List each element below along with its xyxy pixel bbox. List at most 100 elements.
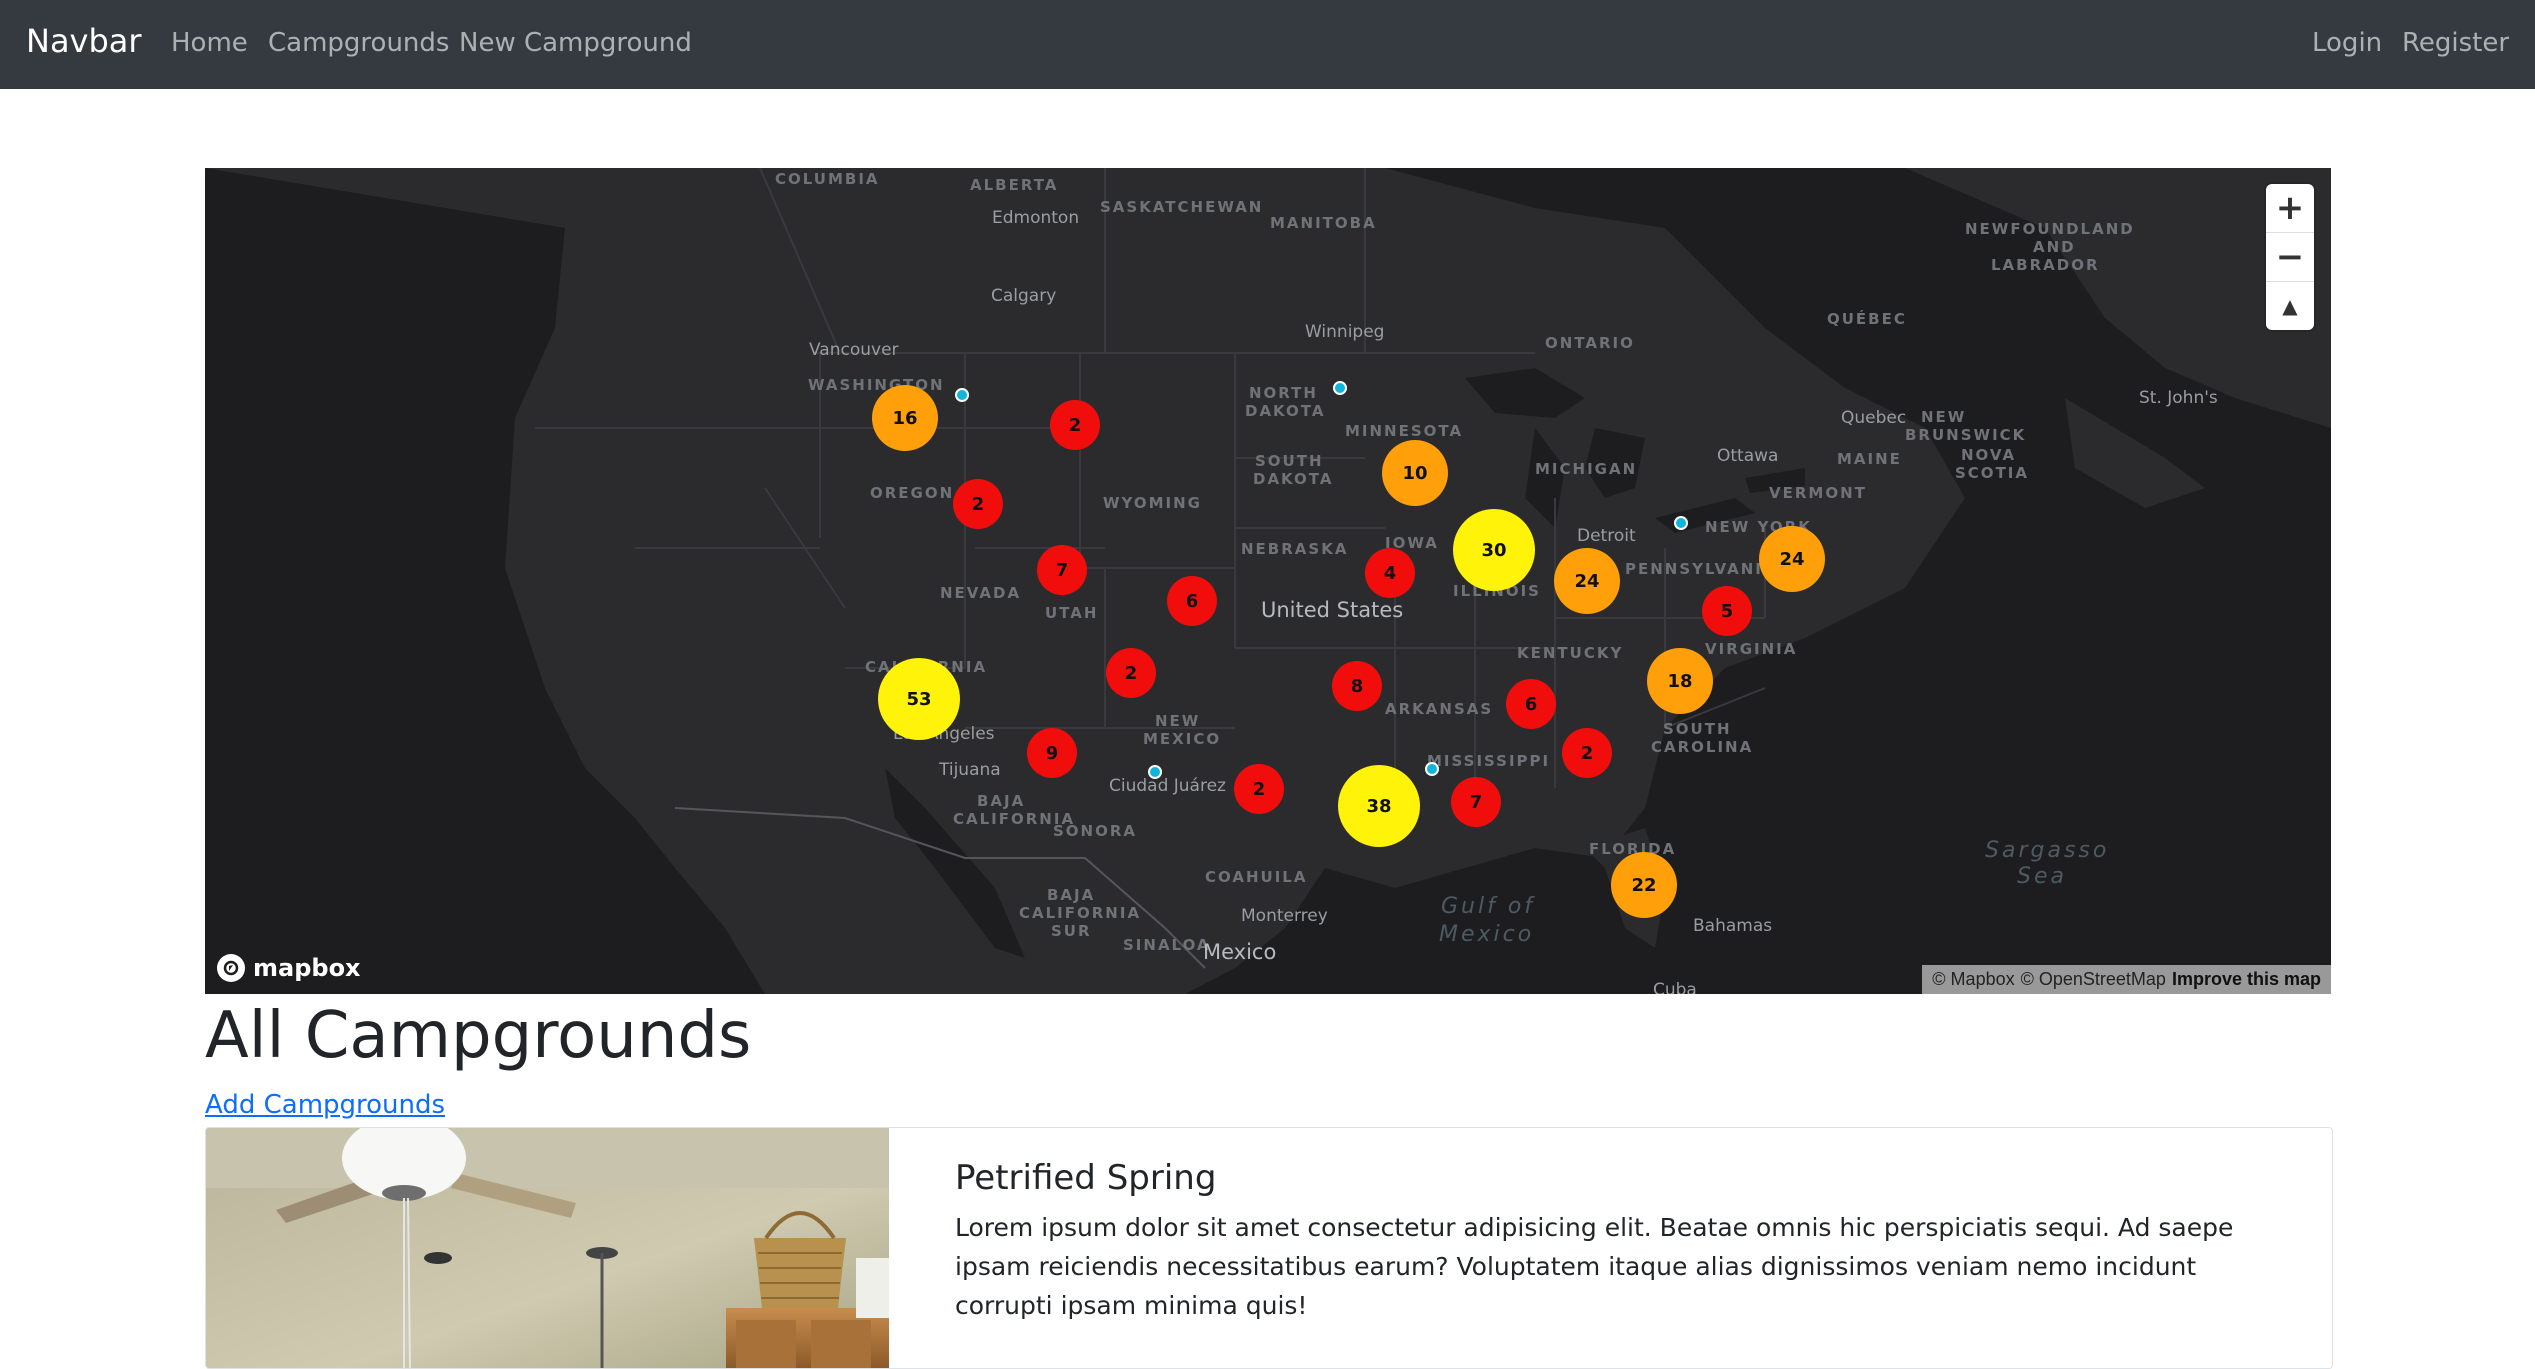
map-label: BAJA bbox=[1047, 886, 1096, 904]
campground-point[interactable] bbox=[1333, 381, 1347, 395]
cluster-marker[interactable]: 2 bbox=[1050, 400, 1100, 450]
campground-point[interactable] bbox=[1674, 516, 1688, 530]
map-label: OREGON bbox=[870, 484, 955, 502]
map-label: SUR bbox=[1051, 922, 1092, 940]
map-label: SINALOA bbox=[1123, 936, 1211, 954]
nav-link-new-campground[interactable]: New Campground bbox=[459, 28, 692, 58]
mapbox-attribution-link[interactable]: © Mapbox bbox=[1932, 969, 2014, 989]
improve-map-link[interactable]: Improve this map bbox=[2172, 969, 2321, 989]
map-label: Mexico bbox=[1439, 922, 1535, 947]
map-label: VIRGINIA bbox=[1705, 640, 1798, 658]
cluster-marker[interactable]: 2 bbox=[953, 479, 1003, 529]
map-label: CAROLINA bbox=[1651, 738, 1754, 756]
map-label: Quebec bbox=[1841, 408, 1907, 428]
mapbox-logo-icon bbox=[217, 954, 245, 982]
compass-icon[interactable]: ▲ bbox=[2266, 282, 2314, 330]
cluster-marker[interactable]: 24 bbox=[1759, 526, 1825, 592]
map-label: MANITOBA bbox=[1270, 214, 1377, 232]
cluster-marker[interactable]: 7 bbox=[1037, 545, 1087, 595]
cluster-marker[interactable]: 24 bbox=[1554, 548, 1620, 614]
nav-link-campgrounds[interactable]: Campgrounds bbox=[268, 28, 449, 58]
campground-point[interactable] bbox=[1148, 765, 1162, 779]
map-label: MAINE bbox=[1837, 450, 1902, 468]
campground-title: Petrified Spring bbox=[955, 1158, 1217, 1198]
map-label: AND bbox=[2033, 238, 2076, 256]
navbar-brand[interactable]: Navbar bbox=[26, 22, 142, 60]
map-label: NEW bbox=[1921, 408, 1967, 426]
map-label: SASKATCHEWAN bbox=[1100, 198, 1264, 216]
map-label: UTAH bbox=[1045, 604, 1099, 622]
map-label: MEXICO bbox=[1143, 730, 1222, 748]
nav-link-register[interactable]: Register bbox=[2402, 28, 2509, 58]
campground-point[interactable] bbox=[955, 388, 969, 402]
map-label: Winnipeg bbox=[1305, 322, 1385, 342]
map-label: Calgary bbox=[991, 286, 1057, 306]
cluster-marker[interactable]: 6 bbox=[1506, 679, 1556, 729]
map-label: WYOMING bbox=[1103, 494, 1202, 512]
map-label: SONORA bbox=[1053, 822, 1138, 840]
map-label: Gulf of bbox=[1441, 894, 1536, 919]
map-label: NORTH bbox=[1249, 384, 1318, 402]
map-label: BAJA bbox=[977, 792, 1026, 810]
page-title: All Campgrounds bbox=[205, 999, 752, 1073]
map-label: DAKOTA bbox=[1253, 470, 1334, 488]
map-label: QUÉBEC bbox=[1827, 310, 1907, 328]
map-label: NEVADA bbox=[940, 584, 1022, 602]
map-label: PENNSYLVANIA bbox=[1625, 560, 1777, 578]
map-label: Vancouver bbox=[809, 340, 899, 360]
cluster-marker[interactable]: 9 bbox=[1027, 728, 1077, 778]
mapbox-logo[interactable]: mapbox bbox=[217, 954, 361, 982]
cluster-marker[interactable]: 53 bbox=[878, 658, 960, 740]
campground-point[interactable] bbox=[1425, 762, 1439, 776]
map-label: MISSISSIPPI bbox=[1427, 752, 1551, 770]
map-label: ALBERTA bbox=[970, 176, 1059, 194]
cluster-marker[interactable]: 5 bbox=[1702, 586, 1752, 636]
cluster-marker[interactable]: 22 bbox=[1611, 852, 1677, 918]
map-navigation-control: + − ▲ bbox=[2266, 184, 2314, 330]
cluster-marker[interactable]: 30 bbox=[1453, 509, 1535, 591]
map-label: MICHIGAN bbox=[1535, 460, 1638, 478]
map-label: Sargasso bbox=[1985, 838, 2110, 863]
map-label: CALIFORNIA bbox=[1019, 904, 1142, 922]
map-label: LABRADOR bbox=[1991, 256, 2100, 274]
cluster-marker[interactable]: 2 bbox=[1234, 764, 1284, 814]
map-label: Bahamas bbox=[1693, 916, 1773, 936]
cluster-marker[interactable]: 2 bbox=[1562, 728, 1612, 778]
cluster-marker[interactable]: 7 bbox=[1451, 777, 1501, 827]
campground-image bbox=[206, 1128, 889, 1368]
cluster-marker[interactable]: 2 bbox=[1106, 648, 1156, 698]
campground-description: Lorem ipsum dolor sit amet consectetur a… bbox=[955, 1213, 2234, 1320]
map-label: NEBRASKA bbox=[1241, 540, 1349, 558]
cluster-marker[interactable]: 8 bbox=[1332, 661, 1382, 711]
nav-link-login[interactable]: Login bbox=[2312, 28, 2382, 58]
map-label: Ciudad Juárez bbox=[1109, 776, 1226, 796]
map-label: VERMONT bbox=[1769, 484, 1867, 502]
cluster-map[interactable]: COLUMBIA ALBERTA SASKATCHEWAN MANITOBA N… bbox=[205, 168, 2331, 994]
cluster-marker[interactable]: 16 bbox=[872, 385, 938, 451]
cluster-marker[interactable]: 4 bbox=[1365, 548, 1415, 598]
osm-attribution-link[interactable]: © OpenStreetMap bbox=[2021, 969, 2166, 989]
map-label: Monterrey bbox=[1241, 906, 1328, 926]
cluster-marker[interactable]: 10 bbox=[1382, 440, 1448, 506]
map-label: NOVA bbox=[1961, 446, 2017, 464]
zoom-out-button[interactable]: − bbox=[2266, 233, 2314, 282]
map-label: Tijuana bbox=[939, 760, 1001, 780]
map-label: SOUTH bbox=[1663, 720, 1732, 738]
map-label: KENTUCKY bbox=[1517, 644, 1624, 662]
campground-card: Petrified Spring Lorem ipsum dolor sit a… bbox=[205, 1127, 2333, 1369]
map-attribution: © Mapbox © OpenStreetMap Improve this map bbox=[1922, 965, 2331, 994]
map-label: SOUTH bbox=[1255, 452, 1324, 470]
map-label: Sea bbox=[2017, 864, 2067, 889]
navbar: Navbar Home Campgrounds New Campground L… bbox=[0, 0, 2535, 89]
map-label: Ottawa bbox=[1717, 446, 1779, 466]
nav-link-home[interactable]: Home bbox=[171, 28, 248, 58]
map-label: St. John's bbox=[2139, 388, 2218, 408]
map-label: MINNESOTA bbox=[1345, 422, 1464, 440]
cluster-marker[interactable]: 38 bbox=[1338, 765, 1420, 847]
map-label: NEW bbox=[1155, 712, 1201, 730]
add-campgrounds-link[interactable]: Add Campgrounds bbox=[205, 1090, 445, 1120]
zoom-in-button[interactable]: + bbox=[2266, 184, 2314, 233]
cluster-marker[interactable]: 18 bbox=[1647, 648, 1713, 714]
map-label: Mexico bbox=[1203, 940, 1277, 964]
cluster-marker[interactable]: 6 bbox=[1167, 576, 1217, 626]
